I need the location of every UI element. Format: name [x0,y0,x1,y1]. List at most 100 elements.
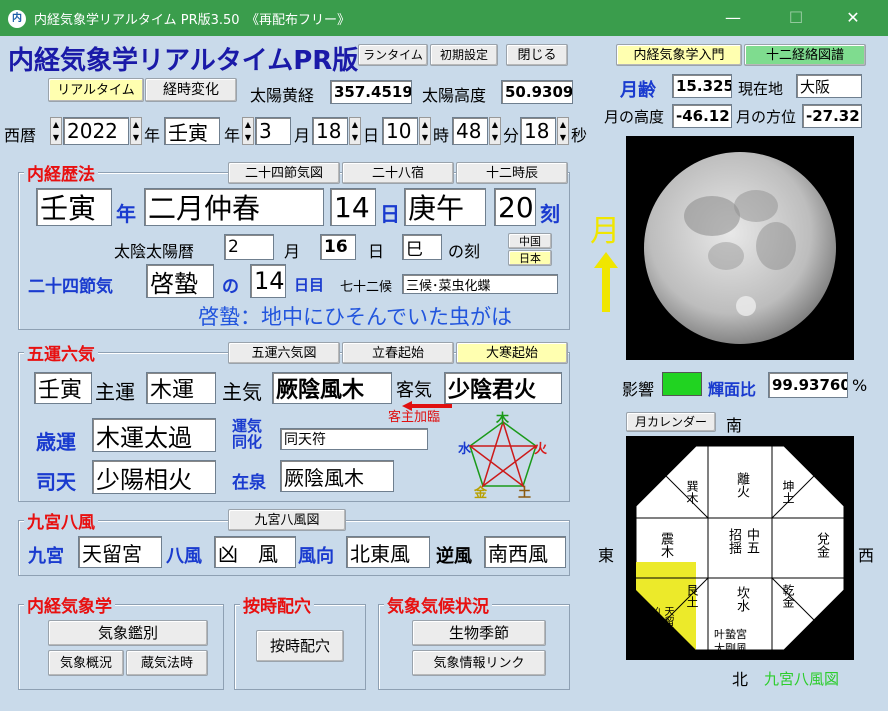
year-field[interactable]: 2022 [63,117,129,145]
ganzhi-year-unit: 年 [224,126,241,145]
month-spinner[interactable]: ▲ ▼ [242,117,254,145]
second-unit: 秒 [571,126,588,145]
red-arrow-icon [402,396,452,411]
moon-age-label: 月齢 [620,80,656,101]
minimize-button[interactable]: — [710,0,756,36]
japan-button[interactable]: 日本 [508,250,552,266]
time-change-button[interactable]: 経時変化 [145,78,237,102]
sekki-day-unit: 日目 [294,276,325,294]
north-palace-wind: 大剛風 [714,642,747,655]
wind-field: 凶 風 [214,536,296,568]
sekki-description: 啓蟄：地中にひそんでいた虫がは [198,305,512,327]
koku-unit: 刻 [540,202,560,226]
nine-palace-group-title: 九宮八風 [24,508,98,533]
year-unit: 年 [144,126,161,145]
weather-overview-button[interactable]: 気象概況 [48,650,124,676]
main-qi-label: 主気 [222,380,262,404]
nine-palace-caption: 九宮八風図 [764,670,840,688]
intro-button[interactable]: 内経気象学入門 [616,44,742,66]
initial-settings-button[interactable]: 初期設定 [430,44,498,66]
hour-spinner[interactable]: ▲ ▼ [419,117,431,145]
metal-label: 金 [474,486,488,501]
moon-altitude-field: -46.12 [672,104,732,128]
nine-palace-diagram: 中五 招揺 坎水 離火 震木 兌金 艮土 乾金 巽木 坤土 叶蟄宮 大剛風 天留… [626,436,854,660]
realtime-button[interactable]: リアルタイム [48,78,144,102]
weather-link-button[interactable]: 気象情報リンク [412,650,546,676]
palace-label: 九宮 [28,546,64,567]
minute-field[interactable]: 48 [452,117,488,145]
title-bar: 内 内経気象学リアルタイム PR版3.50 《再配布フリー》 — ☐ ✕ [0,0,888,36]
earth-label: 土 [518,486,532,501]
wind-dir-field: 北東風 [346,536,430,568]
reverse-wind-label: 逆風 [436,546,472,567]
lit-ratio-field: 99.93760 [768,372,848,398]
trigram-southwest: 坤土 [781,480,795,504]
lit-ratio-unit: % [852,376,868,395]
calendar-month-field: 二月仲春 [144,188,324,226]
hour-unit: 時 [433,126,450,145]
month-field[interactable]: 3 [255,117,291,145]
year-spinner-right[interactable]: ▲ ▼ [130,117,142,145]
12-hours-button[interactable]: 十二時辰 [456,162,568,184]
hour-field[interactable]: 10 [382,117,418,145]
biological-season-button[interactable]: 生物季節 [412,620,546,646]
close-button[interactable]: 閉じる [506,44,568,66]
trigram-northwest: 乾金 [781,584,795,608]
center-text: 中五 [744,528,759,554]
nine-palace-chart-button[interactable]: 九宮八風図 [228,509,346,531]
wuyun-chart-button[interactable]: 五運六気図 [228,342,340,364]
calendar-day-field: 14 [330,188,376,226]
sekki-no: の [222,277,239,297]
wuyun-group-title: 五運六気 [24,340,98,365]
sun-longitude-label: 太陽黄経 [250,86,315,105]
calendar-year-field: 壬寅 [36,188,112,226]
west-label: 西 [858,546,875,565]
lunar-month-field: 2 [224,234,274,260]
second-spinner[interactable]: ▲ ▼ [557,117,569,145]
trigram-south: 離火 [734,472,749,498]
close-window-button[interactable]: ✕ [830,0,876,36]
day-spinner[interactable]: ▲ ▼ [349,117,361,145]
trigram-north: 坎水 [734,586,749,612]
runtime-button[interactable]: ランタイム [358,44,428,66]
day-unit: 日 [363,126,380,145]
location-label: 現在地 [738,80,784,98]
weather-appraisal-button[interactable]: 気象鑑別 [48,620,208,646]
moon-calendar-button[interactable]: 月カレンダー [626,412,716,432]
main-yun-label: 主運 [95,380,135,404]
cold-start-button[interactable]: 大寒起始 [456,342,568,364]
china-button[interactable]: 中国 [508,233,552,249]
minute-spinner[interactable]: ▲ ▼ [489,117,501,145]
spring-start-button[interactable]: 立春起始 [342,342,454,364]
east-label: 東 [598,546,615,565]
main-qi-field: 厥陰風木 [272,372,392,404]
ne-palace-wind: 凶風 [648,606,659,626]
meridian-button[interactable]: 十二経絡図譜 [744,44,866,66]
year-spinner[interactable]: ▲ ▼ [50,117,62,145]
moon-image [626,136,854,360]
acupoint-button[interactable]: 按時配穴 [256,630,344,662]
lit-ratio-label: 輝面比 [708,380,757,399]
sekki-label: 二十四節気 [28,277,113,297]
main-yun-field: 木運 [146,372,216,404]
maximize-button[interactable]: ☐ [773,0,819,36]
second-field[interactable]: 18 [520,117,556,145]
moon-altitude-label: 月の高度 [604,108,665,126]
palace-field: 天留宮 [78,536,162,568]
moon-glyph: 月 [590,214,620,249]
north-label: 北 [732,670,749,689]
app-logo-icon: 内 [8,10,26,28]
sitian-field: 少陽相火 [92,460,216,494]
sekki-field: 啓蟄 [146,264,214,298]
koku-field: 20 [494,188,536,226]
zoki-button[interactable]: 蔵気法時 [126,650,208,676]
sitian-label: 司天 [36,470,76,494]
28-mansions-button[interactable]: 二十八宿 [342,162,454,184]
day-field[interactable]: 18 [312,117,348,145]
five-elements-diagram: 木 火 土 金 水 [458,410,548,501]
sekki-chart-button[interactable]: 二十四節気図 [228,162,340,184]
calendar-year-unit: 年 [116,202,136,226]
month-unit: 月 [294,126,311,145]
kou-field: 三候･菜虫化蝶 [402,274,558,294]
minute-unit: 分 [503,126,520,145]
